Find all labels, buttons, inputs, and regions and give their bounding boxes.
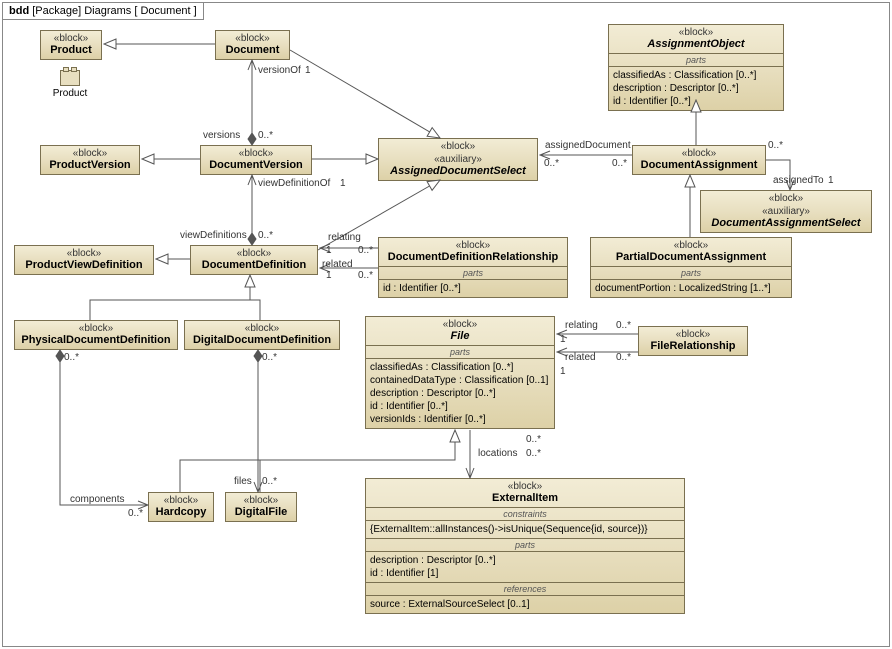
frame-tab: bdd [Package] Diagrams [ Document ] xyxy=(2,2,204,20)
component-icon xyxy=(60,70,80,86)
block-productviewdefinition[interactable]: «block» ProductViewDefinition xyxy=(14,245,154,275)
block-assignmentobject[interactable]: «block» AssignmentObject parts classifie… xyxy=(608,24,784,111)
block-documentassignmentselect[interactable]: «block» «auxiliary» DocumentAssignmentSe… xyxy=(700,190,872,233)
lbl-zm2: 0..* xyxy=(258,230,273,241)
block-file[interactable]: «block» File parts classifiedAs : Classi… xyxy=(365,316,555,429)
block-documentdefinition[interactable]: «block» DocumentDefinition xyxy=(190,245,318,275)
lbl-zm1: 0..* xyxy=(258,130,273,141)
frame-pkg: [Package] xyxy=(32,5,81,17)
block-hardcopy[interactable]: «block» Hardcopy xyxy=(148,492,214,522)
product-icon[interactable]: Product xyxy=(50,70,90,99)
frame-name: Diagrams xyxy=(84,5,131,17)
lbl-viewdefs: viewDefinitions xyxy=(180,230,247,241)
block-externalitem[interactable]: «block» ExternalItem constraints {Extern… xyxy=(365,478,685,614)
block-partialdocumentassignment[interactable]: «block» PartialDocumentAssignment parts … xyxy=(590,237,792,298)
block-digitalfile[interactable]: «block» DigitalFile xyxy=(225,492,297,522)
frame-kind: bdd xyxy=(9,5,29,17)
block-document[interactable]: «block» Document xyxy=(215,30,290,60)
block-digitaldocumentdefinition[interactable]: «block» DigitalDocumentDefinition xyxy=(184,320,340,350)
lbl-versionof: versionOf xyxy=(258,65,301,76)
block-documentdefinitionrelationship[interactable]: «block» DocumentDefinitionRelationship p… xyxy=(378,237,568,298)
ei-constraints: {ExternalItem::allInstances()->isUnique(… xyxy=(366,520,684,538)
lbl-versions: versions xyxy=(203,130,240,141)
block-filerelationship[interactable]: «block» FileRelationship xyxy=(638,326,748,356)
block-documentassignment[interactable]: «block» DocumentAssignment xyxy=(632,145,766,175)
block-productversion[interactable]: «block» ProductVersion xyxy=(40,145,140,175)
lbl-one1: 1 xyxy=(305,65,311,76)
ddr-parts: id : Identifier [0..*] xyxy=(379,279,567,297)
block-assigneddocumentselect[interactable]: «block» «auxiliary» AssignedDocumentSele… xyxy=(378,138,538,181)
pda-parts: documentPortion : LocalizedString [1..*] xyxy=(591,279,791,297)
lbl-relating: relating xyxy=(328,232,361,243)
lbl-one2: 1 xyxy=(340,178,346,189)
assignmentobject-parts: classifiedAs : Classification [0..*] des… xyxy=(609,66,783,110)
frame-scope: [ Document ] xyxy=(134,5,196,17)
block-product[interactable]: «block» Product xyxy=(40,30,102,60)
ei-parts: description : Descriptor [0..*] id : Ide… xyxy=(366,551,684,582)
file-parts: classifiedAs : Classification [0..*] con… xyxy=(366,358,554,428)
ei-refs: source : ExternalSourceSelect [0..1] xyxy=(366,595,684,613)
block-physicaldocumentdefinition[interactable]: «block» PhysicalDocumentDefinition xyxy=(14,320,178,350)
block-documentversion[interactable]: «block» DocumentVersion xyxy=(200,145,312,175)
lbl-viewdefof: viewDefinitionOf xyxy=(258,178,330,189)
